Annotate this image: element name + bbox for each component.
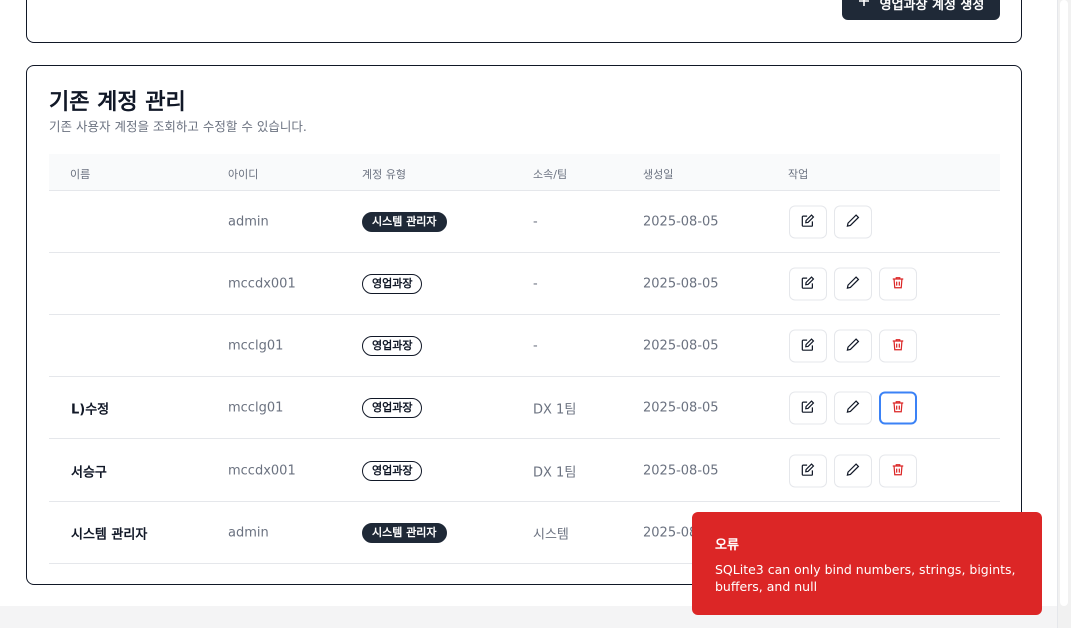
table-row: admin 시스템 관리자 - 2025-08-05 (49, 191, 1000, 253)
create-button-label: 영업과장 계정 생성 (879, 0, 985, 13)
create-manager-account-button[interactable]: 영업과장 계정 생성 (842, 0, 1000, 20)
delete-button[interactable] (879, 267, 917, 300)
created-date: 2025-08-05 (643, 338, 719, 353)
user-id: admin (228, 214, 269, 229)
account-type: 시스템 관리자 (362, 522, 447, 543)
account-type-badge: 영업과장 (362, 460, 423, 481)
edit-info-button[interactable] (789, 267, 827, 300)
user-name: 서승구 (71, 465, 107, 480)
trash-icon (891, 398, 905, 417)
user-id: mcclg01 (228, 400, 284, 415)
edit-square-icon (801, 461, 815, 480)
pencil-icon (846, 274, 860, 293)
trash-icon (891, 461, 905, 480)
header-team: 소속/팀 (533, 168, 568, 181)
created-date: 2025-08-05 (643, 214, 719, 229)
header-type: 계정 유형 (362, 168, 406, 181)
delete-button[interactable] (879, 454, 917, 487)
table-row: L)수정 mcclg01 영업과장 DX 1팀 2025-08-05 (49, 377, 1000, 439)
toast-title: 오류 (715, 538, 739, 553)
edit-square-icon (801, 212, 815, 231)
table-header: 이름 아이디 계정 유형 소속/팀 생성일 작업 (49, 154, 1000, 191)
account-type: 영업과장 (362, 335, 423, 356)
pencil-icon (846, 212, 860, 231)
edit-info-button[interactable] (789, 391, 827, 424)
edit-password-button[interactable] (834, 267, 872, 300)
account-type-badge: 시스템 관리자 (362, 211, 447, 232)
edit-password-button[interactable] (834, 454, 872, 487)
edit-info-button[interactable] (789, 454, 827, 487)
trash-icon (891, 336, 905, 355)
edit-square-icon (801, 336, 815, 355)
user-id: mccdx001 (228, 463, 296, 478)
created-date: 2025-08-05 (643, 463, 719, 478)
account-type: 영업과장 (362, 460, 423, 481)
edit-square-icon (801, 398, 815, 417)
account-type: 영업과장 (362, 397, 423, 418)
edit-password-button[interactable] (834, 391, 872, 424)
header-created: 생성일 (643, 168, 674, 181)
trash-icon (891, 274, 905, 293)
scrollbar-thumb[interactable] (1060, 0, 1068, 606)
delete-button[interactable] (879, 329, 917, 362)
plus-icon (858, 0, 870, 11)
table-row: mccdx001 영업과장 - 2025-08-05 (49, 253, 1000, 315)
team: - (533, 338, 538, 353)
account-type-badge: 영업과장 (362, 397, 423, 418)
user-id: mccdx001 (228, 276, 296, 291)
toast-message: SQLite3 can only bind numbers, strings, … (715, 562, 1016, 594)
account-type-badge: 영업과장 (362, 335, 423, 356)
pencil-icon (846, 461, 860, 480)
team: 시스템 (533, 527, 569, 542)
created-date: 2025-08-05 (643, 276, 719, 291)
account-type: 영업과장 (362, 273, 423, 294)
header-id: 아이디 (228, 168, 259, 181)
error-toast[interactable]: 오류 SQLite3 can only bind numbers, string… (692, 512, 1042, 615)
account-type-badge: 영업과장 (362, 273, 423, 294)
edit-square-icon (801, 274, 815, 293)
user-id: admin (228, 525, 269, 540)
team: DX 1팀 (533, 402, 577, 417)
table-row: mcclg01 영업과장 - 2025-08-05 (49, 315, 1000, 377)
pencil-icon (846, 398, 860, 417)
team: - (533, 276, 538, 291)
pencil-icon (846, 336, 860, 355)
account-type-badge: 시스템 관리자 (362, 522, 447, 543)
header-name: 이름 (70, 168, 91, 181)
edit-info-button[interactable] (789, 329, 827, 362)
edit-info-button[interactable] (789, 205, 827, 238)
team: - (533, 214, 538, 229)
user-name: L)수정 (71, 402, 110, 417)
user-name: 시스템 관리자 (71, 527, 148, 542)
account-type: 시스템 관리자 (362, 211, 447, 232)
edit-password-button[interactable] (834, 329, 872, 362)
header-actions: 작업 (788, 168, 809, 181)
section-title: 기존 계정 관리 (49, 90, 186, 115)
delete-button[interactable] (879, 391, 917, 424)
edit-password-button[interactable] (834, 205, 872, 238)
section-subtitle: 기존 사용자 계정을 조회하고 수정할 수 있습니다. (49, 119, 307, 134)
created-date: 2025-08-05 (643, 400, 719, 415)
table-row: 서승구 mccdx001 영업과장 DX 1팀 2025-08-05 (49, 440, 1000, 502)
team: DX 1팀 (533, 465, 577, 480)
user-id: mcclg01 (228, 338, 284, 353)
